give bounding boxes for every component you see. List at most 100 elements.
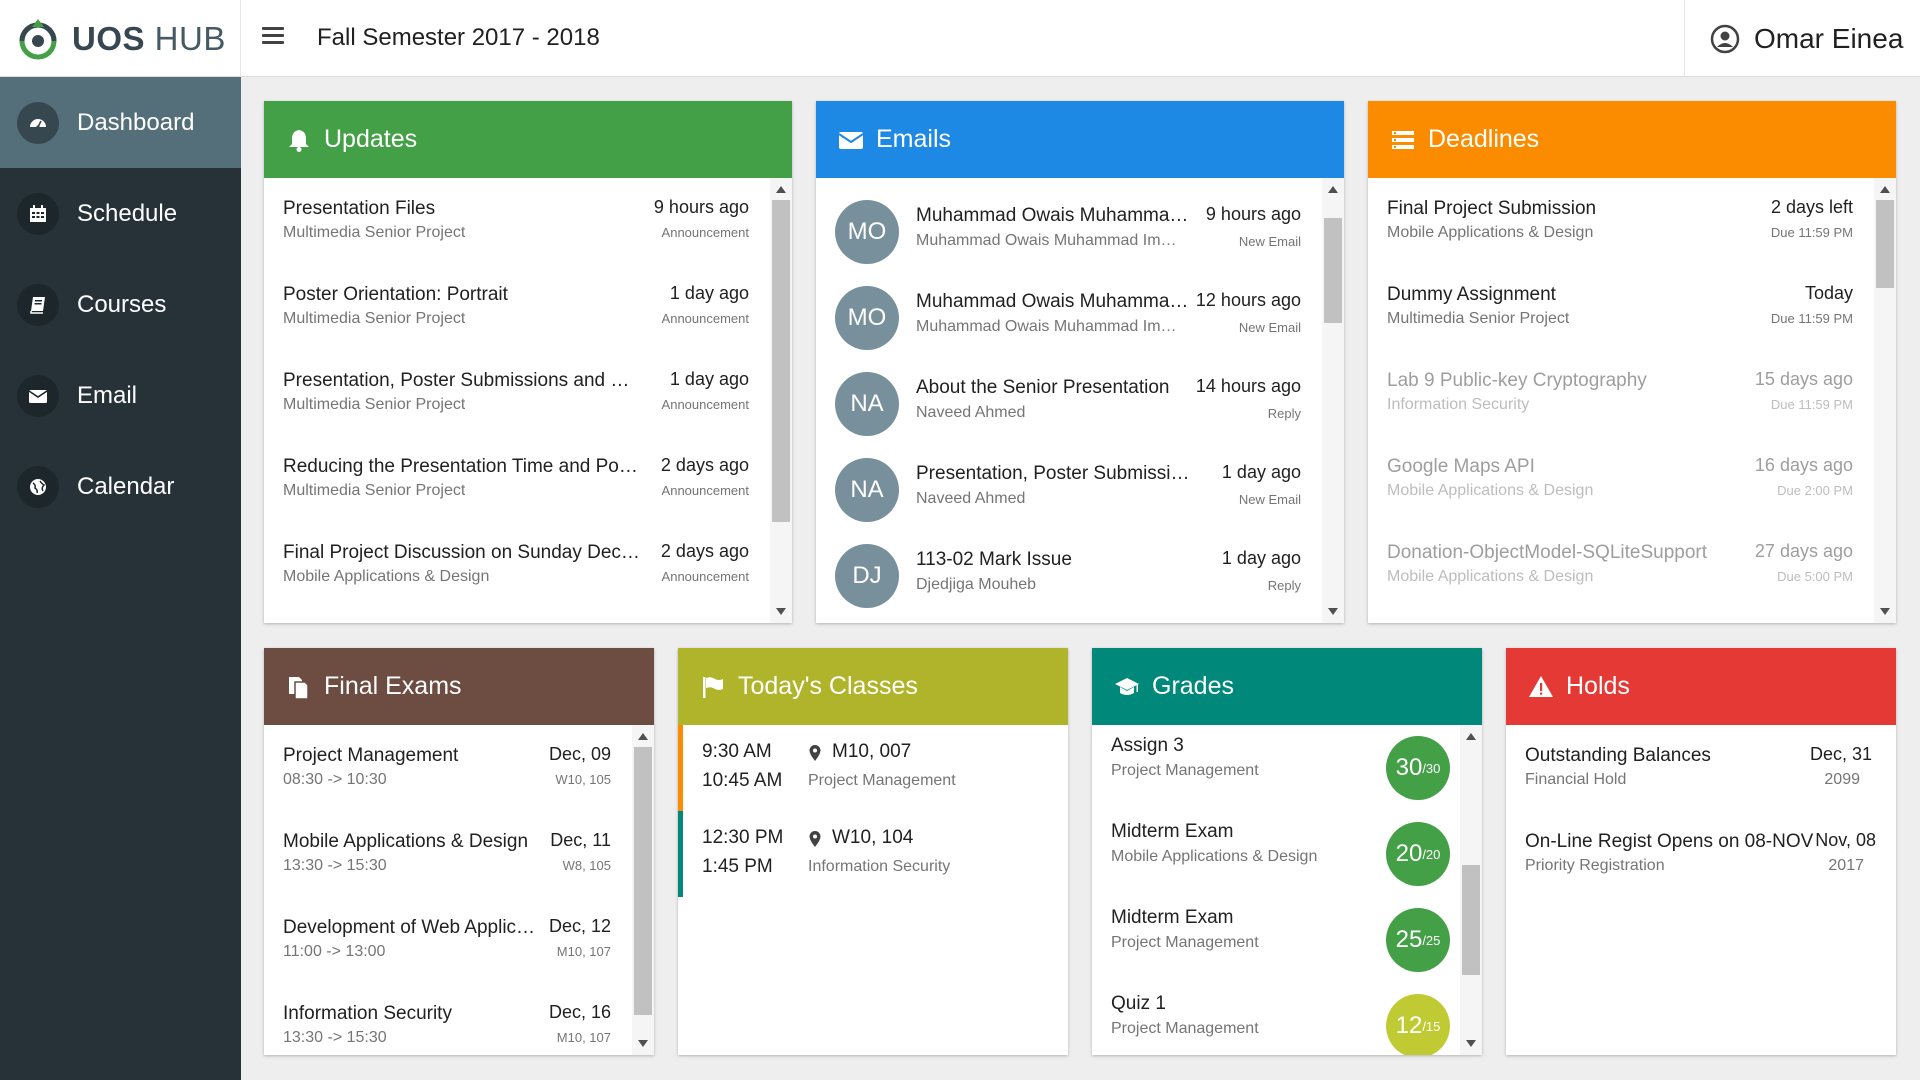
exam-room: W10, 105 [555, 772, 611, 787]
nav-item-schedule[interactable]: Schedule [0, 168, 241, 259]
exam-room: M10, 107 [556, 1030, 611, 1045]
scroll-thumb[interactable] [1324, 218, 1342, 323]
deadlines-scrollbar[interactable] [1874, 178, 1896, 623]
emails-scrollbar[interactable] [1322, 178, 1344, 623]
scroll-thumb[interactable] [1876, 200, 1894, 288]
sender-avatar: MO [835, 286, 899, 350]
scroll-thumb[interactable] [634, 747, 652, 1015]
final-exams-list[interactable]: Project Management 08:30 -> 10:30 Dec, 0… [264, 725, 654, 1055]
grades-list[interactable]: Assign 3 Project Management 30/30 Midter… [1092, 725, 1482, 1055]
holds-title: Holds [1566, 672, 1630, 700]
deadline-item[interactable]: Lab 9 Public-key Cryptography Informatio… [1368, 350, 1874, 436]
grade-title: Assign 3 [1111, 735, 1184, 756]
scroll-down-arrow-icon[interactable] [1880, 608, 1890, 615]
exam-time: 11:00 -> 13:00 [283, 943, 386, 960]
holds-list[interactable]: Outstanding Balances Financial Hold Dec,… [1506, 725, 1896, 1055]
scroll-down-arrow-icon[interactable] [1466, 1040, 1476, 1047]
scroll-up-arrow-icon[interactable] [1328, 186, 1338, 193]
scroll-down-arrow-icon[interactable] [776, 608, 786, 615]
user-menu[interactable]: Omar Einea [1684, 0, 1920, 77]
exam-course: Development of Web Applic… [283, 917, 536, 938]
copy-documents-icon [289, 676, 309, 700]
hamburger-menu-icon[interactable] [262, 27, 284, 49]
email-status: New Email [1238, 234, 1301, 249]
email-subject: Muhammad Owais Muhamma… [916, 291, 1189, 312]
updates-list[interactable]: Presentation Files Multimedia Senior Pro… [264, 178, 792, 623]
nav-item-calendar[interactable]: Calendar [0, 441, 241, 532]
exam-course: Information Security [283, 1003, 452, 1024]
scroll-up-arrow-icon[interactable] [1466, 733, 1476, 740]
exam-course: Project Management [283, 745, 459, 766]
scroll-up-arrow-icon[interactable] [1880, 186, 1890, 193]
hold-year: 2099 [1824, 771, 1860, 788]
update-item[interactable]: Final Project Discussion on Sunday Dec… … [264, 522, 770, 608]
grades-scrollbar[interactable] [1460, 725, 1482, 1055]
todays-classes-list[interactable]: 9:30 AM 10:45 AM M10, 007 Project Manage… [678, 725, 1068, 1055]
class-room: M10, 007 [832, 741, 912, 762]
grade-course: Mobile Applications & Design [1111, 848, 1318, 865]
location-pin-icon [809, 745, 821, 761]
update-type: Announcement [661, 569, 749, 584]
grade-item[interactable]: Midterm Exam Mobile Applications & Desig… [1092, 811, 1460, 897]
update-item[interactable]: Poster Orientation: Portrait Multimedia … [264, 264, 770, 350]
hold-item[interactable]: On-Line Regist Opens on 08-NOV Priority … [1506, 811, 1896, 897]
deadline-item[interactable]: Google Maps API Mobile Applications & De… [1368, 436, 1874, 522]
class-item[interactable]: 9:30 AM 10:45 AM M10, 007 Project Manage… [678, 725, 1068, 811]
exam-item[interactable]: Project Management 08:30 -> 10:30 Dec, 0… [264, 725, 632, 811]
nav-item-courses[interactable]: Courses [0, 259, 241, 350]
exam-item[interactable]: Information Security 13:30 -> 15:30 Dec,… [264, 983, 632, 1055]
scroll-thumb[interactable] [1462, 865, 1480, 975]
email-item[interactable]: MO Muhammad Owais Muhamma… Muhammad Owai… [816, 178, 1322, 264]
deadline-due: Due 11:59 PM [1770, 397, 1853, 412]
deadline-item[interactable]: Donation-ObjectModel-SQLiteSupport Mobil… [1368, 522, 1874, 608]
update-item[interactable]: Reducing the Presentation Time and Po… M… [264, 436, 770, 522]
flag-icon [703, 676, 723, 698]
deadline-course: Information Security [1387, 396, 1530, 413]
nav-item-dashboard[interactable]: Dashboard [0, 77, 241, 168]
hold-title: On-Line Regist Opens on 08-NOV [1525, 831, 1814, 852]
update-item[interactable]: Presentation Files Multimedia Senior Pro… [264, 178, 770, 264]
nav-label: Calendar [77, 472, 175, 500]
hold-type: Priority Registration [1525, 857, 1665, 874]
class-end-time: 10:45 AM [702, 770, 783, 791]
update-item[interactable]: Presentation, Poster Submissions and … M… [264, 350, 770, 436]
deadlines-list[interactable]: Final Project Submission Mobile Applicat… [1368, 178, 1896, 623]
scroll-down-arrow-icon[interactable] [638, 1040, 648, 1047]
hold-date: Nov, 08 [1815, 830, 1876, 850]
hold-item[interactable]: Outstanding Balances Financial Hold Dec,… [1506, 725, 1896, 811]
updates-scrollbar[interactable] [770, 178, 792, 623]
scroll-thumb[interactable] [772, 200, 790, 522]
nav-label: Courses [77, 290, 167, 318]
emails-list[interactable]: MO Muhammad Owais Muhamma… Muhammad Owai… [816, 178, 1344, 623]
scroll-up-arrow-icon[interactable] [638, 733, 648, 740]
deadline-due: Due 11:59 PM [1770, 311, 1853, 326]
update-course: Multimedia Senior Project [283, 482, 466, 499]
nav-item-email[interactable]: Email [0, 350, 241, 441]
book-icon [17, 283, 59, 326]
hold-title: Outstanding Balances [1525, 745, 1711, 766]
email-item[interactable]: NA Presentation, Poster Submissi… Naveed… [816, 436, 1322, 522]
scroll-up-arrow-icon[interactable] [776, 186, 786, 193]
deadline-item[interactable]: Dummy Assignment Multimedia Senior Proje… [1368, 264, 1874, 350]
grade-item[interactable]: Assign 3 Project Management 30/30 [1092, 725, 1460, 811]
email-item[interactable]: NA About the Senior Presentation Naveed … [816, 350, 1322, 436]
nav-label: Dashboard [77, 108, 195, 136]
deadline-item[interactable]: Final Project Submission Mobile Applicat… [1368, 178, 1874, 264]
email-item[interactable]: DJ 113-02 Mark Issue Djedjiga Mouheb 1 d… [816, 522, 1322, 608]
exam-item[interactable]: Mobile Applications & Design 13:30 -> 15… [264, 811, 632, 897]
class-item[interactable]: 12:30 PM 1:45 PM W10, 104 Information Se… [678, 811, 1068, 897]
exam-item[interactable]: Development of Web Applic… 11:00 -> 13:0… [264, 897, 632, 983]
dashboard-icon [17, 101, 59, 144]
grade-item[interactable]: Quiz 1 Project Management 12/15 [1092, 983, 1460, 1055]
grade-score-badge: 30/30 [1386, 736, 1450, 800]
email-status: Reply [1267, 578, 1301, 593]
logo[interactable]: UOS HUB [0, 0, 241, 77]
user-name: Omar Einea [1754, 22, 1904, 54]
grade-score-badge: 12/15 [1386, 994, 1450, 1055]
email-sender: Naveed Ahmed [916, 404, 1026, 421]
scroll-down-arrow-icon[interactable] [1328, 608, 1338, 615]
grade-score-badge: 20/20 [1386, 822, 1450, 886]
final-exams-scrollbar[interactable] [632, 725, 654, 1055]
email-item[interactable]: MO Muhammad Owais Muhamma… Muhammad Owai… [816, 264, 1322, 350]
grade-item[interactable]: Midterm Exam Project Management 25/25 [1092, 897, 1460, 983]
